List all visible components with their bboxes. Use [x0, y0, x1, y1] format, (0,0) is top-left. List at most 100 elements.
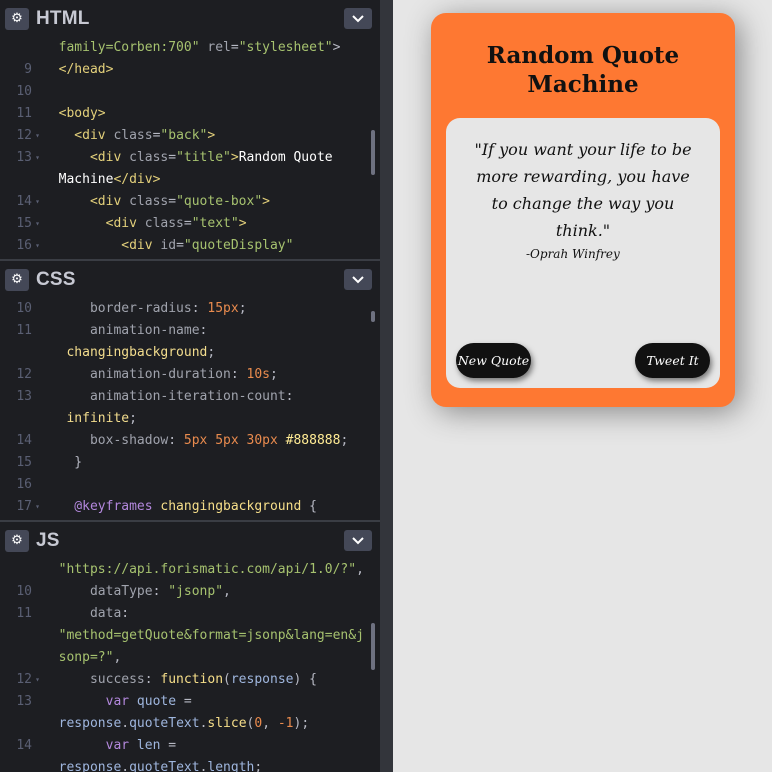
- fold-arrow-icon[interactable]: [32, 647, 43, 669]
- code-line[interactable]: 15 }: [0, 452, 380, 474]
- js-settings-gear-icon[interactable]: ⚙: [5, 529, 29, 552]
- html-scrollbar[interactable]: [371, 130, 375, 175]
- fold-arrow-icon[interactable]: [32, 625, 43, 647]
- code-token: class: [129, 194, 169, 209]
- fold-arrow-icon[interactable]: ▾: [32, 235, 43, 257]
- fold-arrow-icon[interactable]: [32, 364, 43, 386]
- quote-box: "If you want your life to be more reward…: [446, 118, 720, 388]
- fold-arrow-icon[interactable]: [32, 691, 43, 713]
- fold-arrow-icon[interactable]: [32, 713, 43, 735]
- code-token: :: [168, 433, 184, 448]
- fold-arrow-icon[interactable]: [32, 81, 43, 103]
- code-line[interactable]: 17 ▾ @keyframes changingbackground {: [0, 496, 380, 518]
- fold-arrow-icon[interactable]: ▾: [32, 147, 43, 169]
- code-text: var quote =: [43, 691, 192, 713]
- fold-arrow-icon[interactable]: ▾: [32, 669, 43, 691]
- css-settings-gear-icon[interactable]: ⚙: [5, 268, 29, 291]
- code-line[interactable]: "https://api.forismatic.com/api/1.0/?",: [0, 559, 380, 581]
- fold-arrow-icon[interactable]: [32, 59, 43, 81]
- code-line[interactable]: Machine</div>: [0, 169, 380, 191]
- code-line[interactable]: 13 animation-iteration-count:: [0, 386, 380, 408]
- fold-arrow-icon[interactable]: [32, 320, 43, 342]
- code-line[interactable]: 12 ▾ <div class="back">: [0, 125, 380, 147]
- fold-arrow-icon[interactable]: [32, 581, 43, 603]
- app-title: Random Quote Machine: [486, 42, 680, 98]
- code-line[interactable]: 14 var len =: [0, 735, 380, 757]
- js-scrollbar[interactable]: [371, 622, 375, 670]
- line-number: [0, 647, 32, 669]
- new-quote-button[interactable]: New Quote: [456, 343, 531, 378]
- code-token: class: [129, 150, 169, 165]
- css-scrollbar[interactable]: [371, 311, 375, 323]
- css-code-editor[interactable]: 10 border-radius: 15px; 11 animation-name…: [0, 298, 380, 518]
- code-line[interactable]: 13 var quote =: [0, 691, 380, 713]
- code-text: changingbackground;: [43, 342, 215, 364]
- code-token: animation-iteration-count: [43, 389, 286, 404]
- code-line[interactable]: infinite;: [0, 408, 380, 430]
- fold-arrow-icon[interactable]: ▾: [32, 496, 43, 518]
- fold-arrow-icon[interactable]: [32, 474, 43, 496]
- code-line[interactable]: 10: [0, 81, 380, 103]
- code-line[interactable]: 16: [0, 474, 380, 496]
- code-token: </div>: [113, 172, 161, 187]
- code-token: ;: [254, 760, 263, 772]
- fold-arrow-icon[interactable]: [32, 559, 43, 581]
- fold-arrow-icon[interactable]: [32, 298, 43, 320]
- code-line[interactable]: 10 border-radius: 15px;: [0, 298, 380, 320]
- code-line[interactable]: 11 <body>: [0, 103, 380, 125]
- code-line[interactable]: 15 ▾ <div class="text">: [0, 213, 380, 235]
- js-panel-title: JS: [36, 529, 60, 551]
- fold-arrow-icon[interactable]: ▾: [32, 125, 43, 147]
- code-token: @keyframes: [43, 499, 161, 514]
- code-line[interactable]: response.quoteText.length;: [0, 757, 380, 772]
- code-text: animation-name:: [43, 320, 207, 342]
- html-code-editor[interactable]: family=Corben:700" rel="stylesheet"> 9 </…: [0, 37, 380, 257]
- code-token: ;: [207, 345, 216, 360]
- code-text: box-shadow: 5px 5px 30px #888888;: [43, 430, 348, 452]
- code-token: :: [152, 584, 169, 599]
- line-number: [0, 37, 32, 59]
- code-line[interactable]: 12 ▾ success: function(response) {: [0, 669, 380, 691]
- fold-arrow-icon[interactable]: [32, 735, 43, 757]
- fold-arrow-icon[interactable]: [32, 169, 43, 191]
- code-line[interactable]: 11 animation-name:: [0, 320, 380, 342]
- code-line[interactable]: 9 </head>: [0, 59, 380, 81]
- editor-preview-resizer[interactable]: [380, 0, 393, 772]
- code-line[interactable]: sonp=?",: [0, 647, 380, 669]
- code-line[interactable]: response.quoteText.slice(0, -1);: [0, 713, 380, 735]
- fold-arrow-icon[interactable]: [32, 430, 43, 452]
- fold-arrow-icon[interactable]: [32, 37, 43, 59]
- css-collapse-chevron-icon[interactable]: [344, 269, 372, 290]
- js-code-editor[interactable]: "https://api.forismatic.com/api/1.0/?", 1…: [0, 559, 380, 772]
- fold-arrow-icon[interactable]: ▾: [32, 213, 43, 235]
- code-line[interactable]: 16 ▾ <div id="quoteDisplay": [0, 235, 380, 257]
- code-token: =: [183, 216, 192, 231]
- line-number: 13: [16, 694, 32, 709]
- code-token: ) {: [293, 672, 317, 687]
- html-collapse-chevron-icon[interactable]: [344, 8, 372, 29]
- fold-arrow-icon[interactable]: [32, 408, 43, 430]
- fold-arrow-icon[interactable]: [32, 452, 43, 474]
- code-text: <div class="quote-box">: [43, 191, 270, 213]
- code-token: id: [160, 238, 177, 253]
- code-line[interactable]: 12 animation-duration: 10s;: [0, 364, 380, 386]
- line-number: 13: [16, 389, 32, 404]
- code-line[interactable]: 14 box-shadow: 5px 5px 30px #888888;: [0, 430, 380, 452]
- fold-arrow-icon[interactable]: ▾: [32, 191, 43, 213]
- fold-arrow-icon[interactable]: [32, 342, 43, 364]
- fold-arrow-icon[interactable]: [32, 103, 43, 125]
- code-line[interactable]: 11 data:: [0, 603, 380, 625]
- code-line[interactable]: "method=getQuote&format=jsonp&lang=en&j: [0, 625, 380, 647]
- fold-arrow-icon[interactable]: [32, 603, 43, 625]
- fold-arrow-icon[interactable]: [32, 386, 43, 408]
- tweet-button[interactable]: Tweet It: [635, 343, 710, 378]
- code-line[interactable]: 14 ▾ <div class="quote-box">: [0, 191, 380, 213]
- js-collapse-chevron-icon[interactable]: [344, 530, 372, 551]
- code-line[interactable]: 13 ▾ <div class="title">Random Quote: [0, 147, 380, 169]
- html-settings-gear-icon[interactable]: ⚙: [5, 7, 29, 30]
- code-line[interactable]: family=Corben:700" rel="stylesheet">: [0, 37, 380, 59]
- code-line[interactable]: 10 dataType: "jsonp",: [0, 581, 380, 603]
- fold-arrow-icon[interactable]: [32, 757, 43, 772]
- code-line[interactable]: changingbackground;: [0, 342, 380, 364]
- line-number: [0, 342, 32, 364]
